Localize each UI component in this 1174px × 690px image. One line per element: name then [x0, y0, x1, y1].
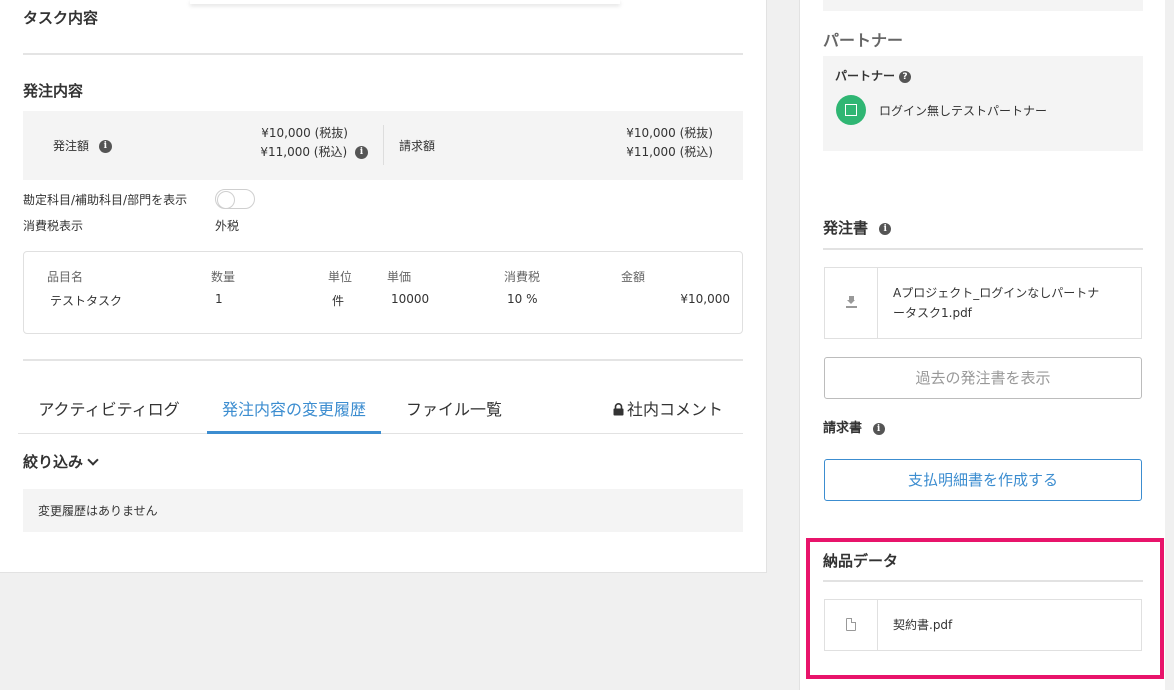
- order-section-title: 発注内容: [23, 82, 84, 100]
- avatar: [836, 95, 866, 125]
- highlight-box: [806, 538, 1164, 679]
- past-orders-button[interactable]: 過去の発注書を表示: [824, 357, 1142, 399]
- partner-section-title: パートナー: [823, 31, 904, 50]
- download-cell[interactable]: [825, 268, 878, 338]
- show-accounts-label: 勘定科目/補助科目/部門を表示: [23, 193, 188, 207]
- table-header: 消費税: [504, 270, 541, 284]
- table-header: 品目名: [47, 270, 84, 284]
- purchase-order-title: 発注書 i: [823, 217, 892, 238]
- tab-file-list[interactable]: ファイル一覧: [388, 386, 520, 434]
- help-icon[interactable]: ?: [899, 70, 912, 83]
- task-section-title: タスク内容: [23, 9, 99, 27]
- filter-toggle[interactable]: 絞り込み: [23, 451, 99, 472]
- table-cell: 10 %: [507, 292, 538, 306]
- tab-change-history[interactable]: 発注内容の変更履歴: [207, 386, 381, 434]
- partner-label: パートナー?: [835, 67, 912, 84]
- chevron-down-icon: [87, 454, 99, 466]
- table-cell: 10000: [391, 292, 430, 306]
- floating-header-shadow: [190, 0, 620, 4]
- table-cell: テストタスク: [50, 294, 123, 308]
- purchase-order-file[interactable]: Aプロジェクト_ログインなしパートナ ータスク1.pdf: [824, 267, 1142, 339]
- table-header: 数量: [211, 270, 236, 284]
- order-amount-value: ¥10,000 (税抜) ¥11,000 (税込) i: [228, 124, 368, 162]
- lock-icon: [613, 403, 624, 416]
- partner-box: パートナー? ログイン無しテストパートナー: [823, 56, 1143, 151]
- detail-tabs: アクティビティログ 発注内容の変更履歴 ファイル一覧 社内コメント: [18, 386, 743, 434]
- table-header: 金額: [621, 270, 646, 284]
- divider: [23, 359, 743, 361]
- info-icon[interactable]: i: [879, 222, 892, 235]
- tax-display-value: 外税: [215, 219, 240, 233]
- table-cell: 1: [215, 292, 223, 306]
- tax-display-label: 消費税表示: [23, 219, 84, 233]
- invoice-title: 請求書 i: [823, 417, 885, 436]
- table-cell: ¥10,000: [680, 292, 730, 306]
- sidebar-top-box: [823, 0, 1143, 11]
- tab-internal-comment[interactable]: 社内コメント: [598, 386, 738, 434]
- table-cell: 件: [332, 294, 345, 308]
- empty-message: 変更履歴はありません: [38, 504, 158, 518]
- divider: [23, 53, 743, 55]
- file-name[interactable]: Aプロジェクト_ログインなしパートナ ータスク1.pdf: [893, 283, 1099, 323]
- table-header: 単価: [387, 270, 412, 284]
- items-table: 品目名 数量 単位 単価 消費税 金額 テストタスク 1 件 10000 10 …: [23, 251, 743, 334]
- download-icon: [846, 296, 857, 306]
- info-icon[interactable]: i: [872, 422, 885, 435]
- history-empty-state: 変更履歴はありません: [23, 489, 743, 532]
- info-icon[interactable]: i: [355, 146, 368, 159]
- partner-name[interactable]: ログイン無しテストパートナー: [879, 102, 1047, 119]
- download-icon-base: [846, 306, 857, 308]
- create-statement-button[interactable]: 支払明細書を作成する: [824, 459, 1142, 501]
- order-amount-label: 発注額 i: [53, 137, 112, 154]
- info-icon[interactable]: i: [98, 140, 112, 153]
- divider: [823, 248, 1143, 250]
- table-header: 単位: [328, 270, 353, 284]
- order-summary: 発注額 i ¥10,000 (税抜) ¥11,000 (税込) i 請求額 ¥1…: [23, 111, 743, 180]
- invoice-amount-value: ¥10,000 (税抜) ¥11,000 (税込): [626, 126, 713, 159]
- task-detail-card: タスク内容 発注内容 発注額 i ¥10,000 (税抜) ¥11,000 (税…: [0, 0, 767, 573]
- tab-activity-log[interactable]: アクティビティログ: [18, 386, 200, 434]
- show-accounts-toggle[interactable]: [215, 189, 255, 209]
- invoice-amount-label: 請求額: [399, 139, 436, 153]
- summary-divider: [383, 125, 384, 165]
